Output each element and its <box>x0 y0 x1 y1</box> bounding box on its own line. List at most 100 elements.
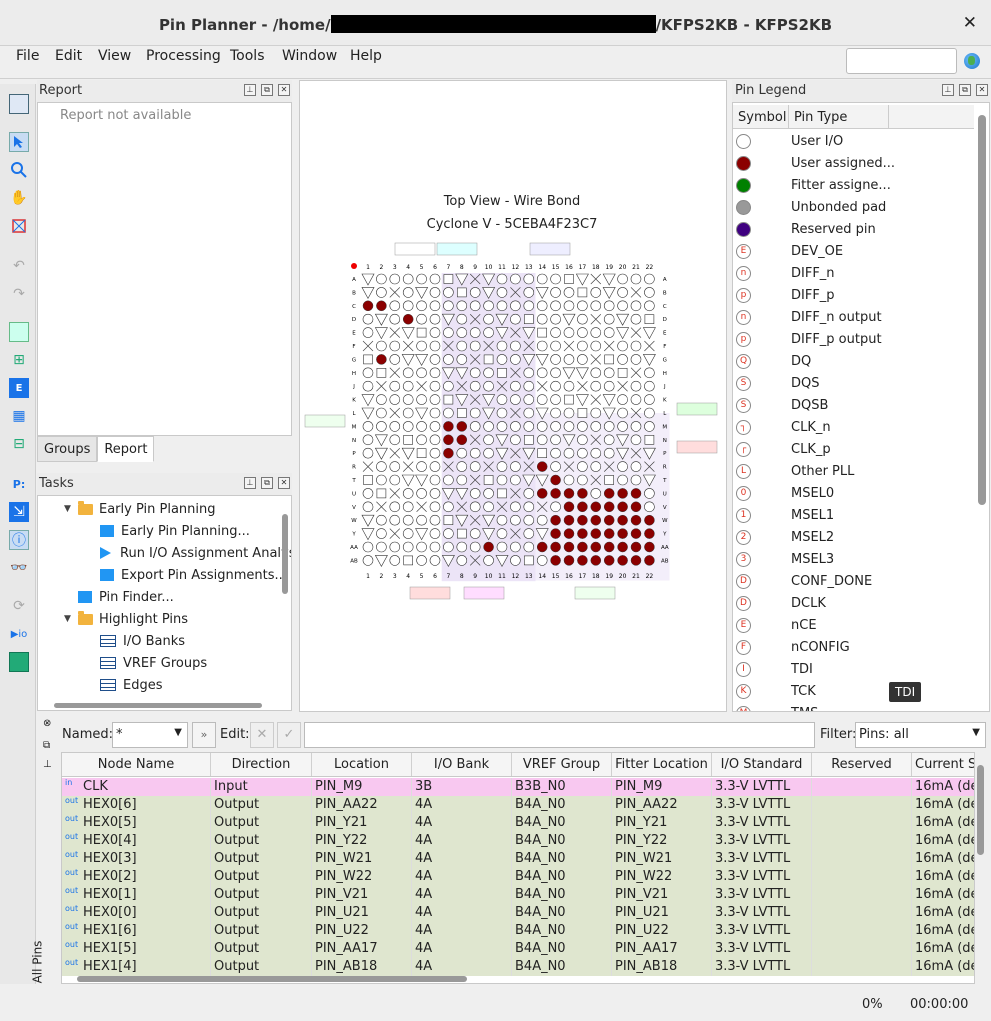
table-cell[interactable] <box>812 832 912 850</box>
table-cell[interactable]: B4A_N0 <box>512 796 612 814</box>
menu-processing[interactable]: Processing <box>146 48 221 64</box>
table-cell[interactable] <box>812 904 912 922</box>
hand-icon[interactable]: ✋ <box>9 188 29 208</box>
redo-icon[interactable]: ↷ <box>9 284 29 304</box>
export-icon[interactable]: ⇲ <box>9 502 29 522</box>
table-cell[interactable]: PIN_Y21 <box>612 814 712 832</box>
pin-icon[interactable]: ⊥ <box>244 84 256 96</box>
table-cell[interactable]: out HEX0[0] <box>62 904 211 922</box>
table-cell[interactable]: 4A <box>412 814 512 832</box>
legend-col-symbol[interactable]: Symbol <box>738 110 786 125</box>
binoculars-icon[interactable]: 👓 <box>9 558 29 578</box>
table-cell[interactable]: PIN_Y21 <box>312 814 412 832</box>
table-cell[interactable]: B4A_N0 <box>512 904 612 922</box>
col-current-strength[interactable]: Current Str <box>912 753 974 776</box>
table-cell[interactable]: 16mA (def <box>912 832 974 850</box>
col-fitter-location[interactable]: Fitter Location <box>612 753 712 776</box>
task-pin-finder[interactable]: Pin Finder... <box>78 586 174 608</box>
close-icon[interactable]: ✕ <box>278 84 290 96</box>
table-cell[interactable] <box>812 796 912 814</box>
table-row[interactable]: out HEX0[5] Output PIN_Y21 4A B4A_N0 PIN_Y21 3.… <box>62 814 974 832</box>
table-cell[interactable]: 16mA (def <box>912 940 974 958</box>
table-cell[interactable]: B4A_N0 <box>512 832 612 850</box>
table-cell[interactable]: 3.3-V LVTTL <box>712 940 812 958</box>
grid-icon[interactable] <box>9 652 29 672</box>
table-cell[interactable]: 3.3-V LVTTL <box>712 814 812 832</box>
undo-icon[interactable]: ↶ <box>9 256 29 276</box>
tab-report[interactable]: Report <box>97 436 155 462</box>
table-cell[interactable]: PIN_M9 <box>612 778 712 796</box>
task-io-banks[interactable]: I/O Banks <box>100 630 185 652</box>
table-cell[interactable]: PIN_AB18 <box>312 958 412 976</box>
table-cell[interactable]: Output <box>211 904 312 922</box>
table-cell[interactable]: B4A_N0 <box>512 868 612 886</box>
filter-combobox[interactable]: Pins: all ▼ <box>855 722 986 748</box>
table-row[interactable]: out HEX0[6] Output PIN_AA22 4A B4A_N0 PIN_AA22… <box>62 796 974 814</box>
table-cell[interactable]: out HEX0[4] <box>62 832 211 850</box>
task-highlight-pins[interactable]: ▼ Highlight Pins <box>64 608 188 630</box>
float-icon[interactable]: ⧉ <box>261 84 273 96</box>
named-combobox[interactable]: * ▼ <box>112 722 188 748</box>
table-row[interactable]: out HEX0[2] Output PIN_W22 4A B4A_N0 PIN_W22 3.… <box>62 868 974 886</box>
table-cell[interactable]: 16mA (def <box>912 796 974 814</box>
float-icon[interactable]: ⧉ <box>43 740 50 751</box>
pin-icon[interactable]: ⊥ <box>43 759 52 770</box>
table-cell[interactable]: PIN_U21 <box>312 904 412 922</box>
select-arrow-icon[interactable] <box>9 132 29 152</box>
package-view[interactable]: Top View - Wire Bond Cyclone V - 5CEBA4F… <box>299 80 727 712</box>
table-cell[interactable]: Output <box>211 922 312 940</box>
table-row[interactable]: out HEX0[0] Output PIN_U21 4A B4A_N0 PIN_U21 3.… <box>62 904 974 922</box>
table-cell[interactable]: PIN_V21 <box>612 886 712 904</box>
tab-groups[interactable]: Groups <box>37 436 98 462</box>
float-icon[interactable]: ⧉ <box>261 477 273 489</box>
close-icon[interactable]: ✕ <box>963 13 977 33</box>
globe-icon[interactable] <box>964 53 980 69</box>
table-cell[interactable]: Output <box>211 958 312 976</box>
col-direction[interactable]: Direction <box>211 753 312 776</box>
col-reserved[interactable]: Reserved <box>812 753 912 776</box>
table-row[interactable]: out HEX0[4] Output PIN_Y22 4A B4A_N0 PIN_Y22 3.… <box>62 832 974 850</box>
table-cell[interactable]: Output <box>211 814 312 832</box>
table-cell[interactable]: PIN_AB18 <box>612 958 712 976</box>
table-cell[interactable]: B4A_N0 <box>512 850 612 868</box>
layout-icon[interactable]: ⊟ <box>9 434 29 454</box>
menu-window[interactable]: Window <box>282 48 337 64</box>
table-cell[interactable]: out HEX1[4] <box>62 958 211 976</box>
table-cell[interactable]: PIN_AA22 <box>612 796 712 814</box>
menu-edit[interactable]: Edit <box>55 48 82 64</box>
table-cell[interactable]: 3.3-V LVTTL <box>712 904 812 922</box>
expand-icon[interactable]: ▼ <box>64 504 78 514</box>
task-edges[interactable]: Edges <box>100 674 163 696</box>
task-export-pin-assignments[interactable]: Export Pin Assignments... <box>100 564 287 586</box>
table-cell[interactable]: B4A_N0 <box>512 940 612 958</box>
table-cell[interactable]: B4A_N0 <box>512 814 612 832</box>
fit-icon[interactable] <box>9 216 29 236</box>
table-cell[interactable]: 3.3-V LVTTL <box>712 922 812 940</box>
edit-input[interactable] <box>304 722 815 748</box>
puzzle-icon[interactable]: ▦ <box>9 406 29 426</box>
table-cell[interactable]: PIN_U22 <box>612 922 712 940</box>
pin-icon[interactable]: ⊥ <box>942 84 954 96</box>
table-cell[interactable]: out HEX0[3] <box>62 850 211 868</box>
close-icon[interactable]: ✕ <box>278 477 290 489</box>
menu-file[interactable]: File <box>16 48 39 64</box>
tasks-hscrollbar[interactable] <box>54 703 262 708</box>
package-icon[interactable] <box>9 322 29 342</box>
close-icon[interactable]: ✕ <box>976 84 988 96</box>
table-cell[interactable]: in CLK <box>62 778 211 796</box>
search-input[interactable] <box>846 48 957 74</box>
table-cell[interactable]: PIN_V21 <box>312 886 412 904</box>
pin-view-icon[interactable] <box>9 94 29 114</box>
table-cell[interactable]: 4A <box>412 796 512 814</box>
legend-col-type[interactable]: Pin Type <box>794 110 847 125</box>
table-cell[interactable]: PIN_W21 <box>312 850 412 868</box>
cancel-icon[interactable]: ✕ <box>250 722 274 748</box>
table-cell[interactable]: out HEX0[6] <box>62 796 211 814</box>
table-cell[interactable]: 3.3-V LVTTL <box>712 868 812 886</box>
table-cell[interactable]: Output <box>211 850 312 868</box>
pin-icon[interactable]: ⊥ <box>244 477 256 489</box>
table-cell[interactable]: B4A_N0 <box>512 886 612 904</box>
refresh-icon[interactable]: ⟳ <box>9 596 29 616</box>
table-cell[interactable]: PIN_AA17 <box>612 940 712 958</box>
table-row[interactable]: out HEX1[6] Output PIN_U22 4A B4A_N0 PIN_U22 3.… <box>62 922 974 940</box>
